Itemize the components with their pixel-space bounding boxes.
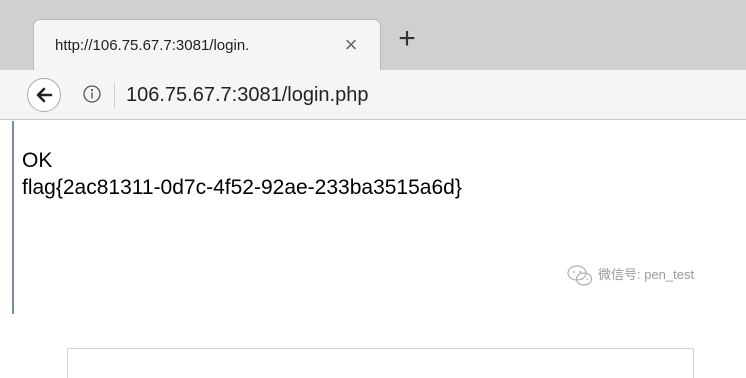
left-border [12, 121, 14, 314]
watermark-text: 微信号: pen_test [598, 267, 695, 282]
browser-window: http://106.75.67.7:3081/login. × + 106.7… [0, 0, 746, 314]
info-icon[interactable] [82, 84, 102, 104]
back-arrow-icon [36, 87, 53, 103]
navigation-toolbar: 106.75.67.7:3081/login.php [0, 70, 746, 120]
new-tab-button[interactable]: + [392, 24, 422, 54]
response-status: OK [22, 149, 53, 172]
wechat-icon [567, 265, 593, 286]
flag-text: flag{2ac81311-0d7c-4f52-92ae-233ba3515a6… [22, 176, 462, 199]
browser-tab[interactable]: http://106.75.67.7:3081/login. × [33, 19, 381, 71]
tab-strip: http://106.75.67.7:3081/login. × + [0, 0, 746, 71]
tab-title: http://106.75.67.7:3081/login. [55, 37, 250, 54]
page-content: OK flag{2ac81311-0d7c-4f52-92ae-233ba351… [0, 121, 746, 314]
toolbar-separator [114, 82, 115, 108]
address-bar[interactable]: 106.75.67.7:3081/login.php [126, 81, 546, 109]
empty-panel [67, 348, 694, 378]
back-button[interactable] [27, 78, 61, 112]
close-icon[interactable]: × [338, 32, 364, 58]
